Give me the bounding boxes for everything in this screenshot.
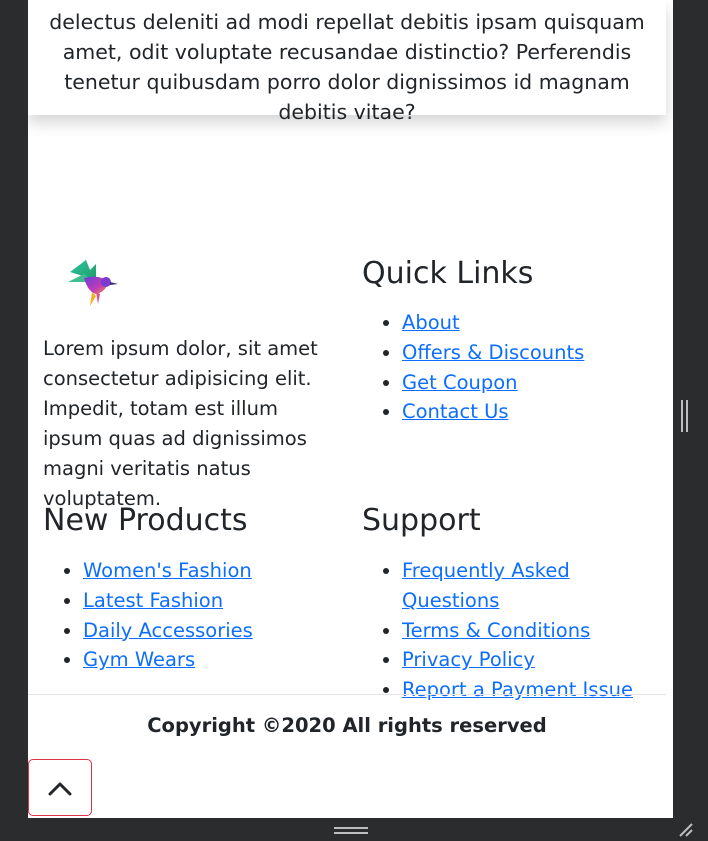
- link-faq[interactable]: Frequently Asked Questions: [402, 559, 570, 612]
- new-products-heading: New Products: [43, 503, 248, 538]
- side-panel-strip: [673, 0, 708, 841]
- link-gym-wears[interactable]: Gym Wears: [83, 648, 195, 671]
- link-womens-fashion[interactable]: Women's Fashion: [83, 559, 252, 582]
- link-about[interactable]: About: [402, 311, 460, 334]
- testimonial-card: delectus deleniti ad modi repellat debit…: [28, 0, 666, 124]
- list-item: Frequently Asked Questions: [402, 556, 673, 616]
- new-products-list: Women's Fashion Latest Fashion Daily Acc…: [43, 556, 253, 675]
- back-to-top-button[interactable]: [28, 759, 92, 816]
- page-viewport: delectus deleniti ad modi repellat debit…: [28, 0, 673, 818]
- footer-divider: [28, 694, 666, 695]
- list-item: Report a Payment Issue: [402, 675, 673, 705]
- link-contact-us[interactable]: Contact Us: [402, 400, 509, 423]
- list-item: Offers & Discounts: [402, 338, 584, 368]
- list-item: Privacy Policy: [402, 645, 673, 675]
- link-privacy-policy[interactable]: Privacy Policy: [402, 648, 535, 671]
- support-list: Frequently Asked Questions Terms & Condi…: [362, 556, 673, 705]
- resize-corner-icon[interactable]: [676, 820, 696, 838]
- footer-about-text: Lorem ipsum dolor, sit amet consectetur …: [43, 337, 318, 510]
- quick-links-list: About Offers & Discounts Get Coupon Cont…: [362, 308, 584, 427]
- list-item: Women's Fashion: [83, 556, 253, 586]
- list-item: About: [402, 308, 584, 338]
- hummingbird-logo-icon: [68, 260, 118, 306]
- list-item: Gym Wears: [83, 645, 253, 675]
- testimonial-text: delectus deleniti ad modi repellat debit…: [49, 10, 645, 124]
- list-item: Latest Fashion: [83, 586, 253, 616]
- support-heading: Support: [362, 503, 481, 538]
- list-item: Terms & Conditions: [402, 616, 673, 646]
- quick-links-heading: Quick Links: [362, 256, 534, 291]
- link-offers-discounts[interactable]: Offers & Discounts: [402, 341, 584, 364]
- horizontal-resize-handle-icon[interactable]: [334, 826, 368, 836]
- list-item: Daily Accessories: [83, 616, 253, 646]
- list-item: Contact Us: [402, 397, 584, 427]
- list-item: Get Coupon: [402, 368, 584, 398]
- link-terms-conditions[interactable]: Terms & Conditions: [402, 619, 590, 642]
- link-report-payment-issue[interactable]: Report a Payment Issue: [402, 678, 633, 701]
- vertical-resize-handle-icon[interactable]: [681, 400, 689, 432]
- link-daily-accessories[interactable]: Daily Accessories: [83, 619, 253, 642]
- link-latest-fashion[interactable]: Latest Fashion: [83, 589, 223, 612]
- copyright-text: Copyright ©2020 All rights reserved: [147, 714, 547, 737]
- chevron-up-icon: [48, 782, 72, 795]
- link-get-coupon[interactable]: Get Coupon: [402, 371, 518, 394]
